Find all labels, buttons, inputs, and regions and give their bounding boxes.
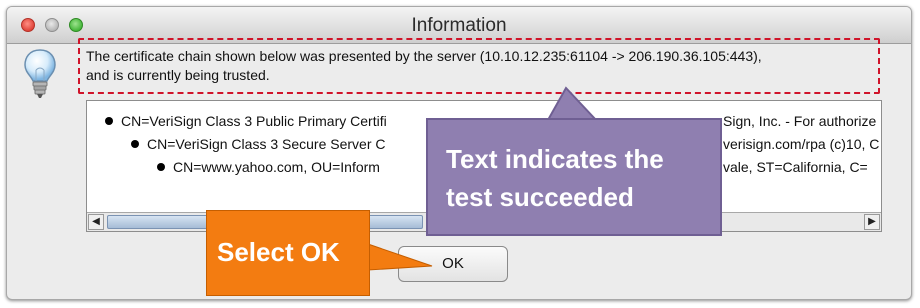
- tree-item-intermediate-ca-continued: verisign.com/rpa (c)10, C: [723, 136, 880, 152]
- annotation-text: Select OK: [217, 237, 340, 267]
- annotation-line-1: Text indicates the: [446, 144, 664, 174]
- scroll-left-icon[interactable]: ◀: [88, 214, 104, 230]
- tree-item-server-cert-continued: vale, ST=California, C=: [723, 159, 868, 175]
- tree-item-label: CN=www.yahoo.com, OU=Inform: [173, 159, 380, 175]
- certificate-message: The certificate chain shown below was pr…: [86, 47, 876, 85]
- tree-item-root-ca[interactable]: CN=VeriSign Class 3 Public Primary Certi…: [105, 113, 387, 129]
- annotation-text: Text indicates the test succeeded: [446, 140, 664, 216]
- bullet-icon: [157, 163, 165, 172]
- annotation-line-2: test succeeded: [446, 182, 634, 212]
- tree-item-label: CN=VeriSign Class 3 Public Primary Certi…: [121, 113, 387, 129]
- ok-button[interactable]: OK: [398, 246, 508, 282]
- bullet-icon: [105, 117, 113, 126]
- bullet-icon: [131, 140, 139, 149]
- tree-item-intermediate-ca[interactable]: CN=VeriSign Class 3 Secure Server C: [131, 136, 386, 152]
- annotation-select-ok: Select OK: [206, 210, 370, 296]
- annotation-text-succeeded: Text indicates the test succeeded: [426, 118, 722, 236]
- tree-item-root-ca-continued: Sign, Inc. - For authorize: [723, 113, 877, 129]
- scroll-right-icon[interactable]: ▶: [864, 214, 880, 230]
- window-title: Information: [411, 15, 507, 36]
- lightbulb-icon: [24, 49, 56, 98]
- message-line-2: and is currently being trusted.: [86, 67, 270, 83]
- message-line-1: The certificate chain shown below was pr…: [86, 48, 762, 64]
- tree-item-server-cert[interactable]: CN=www.yahoo.com, OU=Inform: [157, 159, 380, 175]
- tree-item-label: CN=VeriSign Class 3 Secure Server C: [147, 136, 386, 152]
